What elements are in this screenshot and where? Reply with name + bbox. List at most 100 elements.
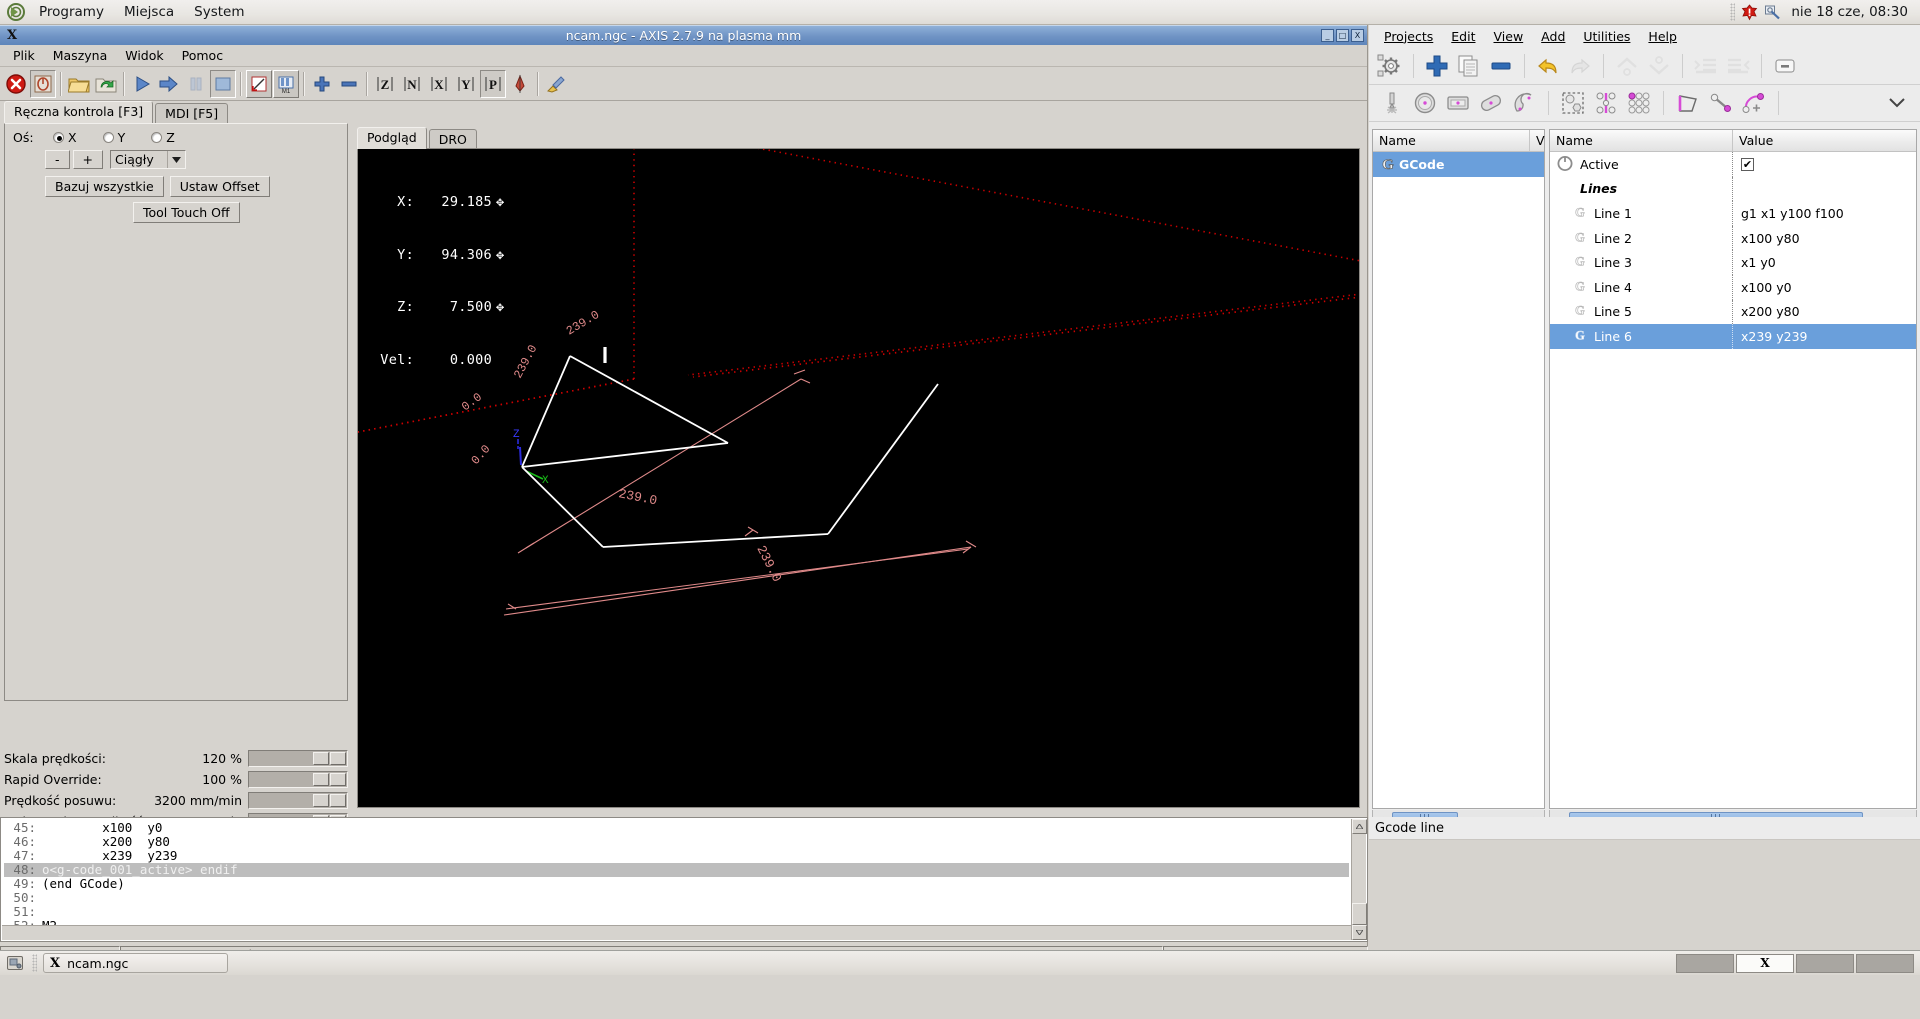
property-value[interactable]: g1 x1 y100 f100 — [1732, 201, 1916, 226]
gcode-horizontal-scrollbar[interactable] — [2, 925, 1351, 940]
move-down-icon[interactable] — [1644, 51, 1674, 81]
menu-system[interactable]: System — [184, 1, 254, 23]
collapse-icon[interactable] — [1770, 51, 1800, 81]
gcode-line[interactable]: 50: — [4, 891, 1349, 905]
properties-header-name[interactable]: Name — [1550, 130, 1732, 151]
pause-program-icon[interactable] — [183, 70, 209, 98]
property-value[interactable]: x100 y80 — [1732, 225, 1916, 251]
preferences-gears-icon[interactable] — [1375, 51, 1405, 81]
more-chevron-icon[interactable] — [1882, 88, 1912, 118]
workspace-4[interactable] — [1856, 953, 1914, 973]
view-z2-icon[interactable]: N — [399, 70, 425, 98]
property-value[interactable]: x200 y80 — [1732, 299, 1916, 325]
profile-icon[interactable] — [1673, 88, 1703, 118]
remove-icon[interactable] — [1486, 51, 1516, 81]
ncam-menu-view[interactable]: View — [1485, 27, 1533, 46]
jog-minus-button[interactable]: - — [45, 150, 70, 169]
optional-stop-icon[interactable]: M1 — [273, 69, 299, 98]
tab-mdi[interactable]: MDI [F5] — [155, 103, 229, 124]
nativecam-properties-view[interactable]: Name Value Active ✔ Lines G Line 1 g1 x1… — [1549, 129, 1917, 809]
view-x-icon[interactable]: X — [426, 70, 452, 98]
redo-icon[interactable] — [1565, 51, 1595, 81]
property-row-line-3[interactable]: G Line 3 x1 y0 — [1550, 250, 1916, 275]
clear-plot-icon[interactable] — [543, 70, 569, 98]
workspace-3[interactable] — [1796, 953, 1854, 973]
machine-power-icon[interactable] — [30, 69, 56, 98]
undo-icon[interactable] — [1533, 51, 1563, 81]
radio-axis-x[interactable]: X — [53, 130, 77, 145]
jog-plus-button[interactable]: + — [72, 150, 103, 169]
move-up-icon[interactable] — [1612, 51, 1642, 81]
tab-manual-control[interactable]: Ręczna kontrola [F3] — [4, 101, 154, 123]
rectangular-pocket-icon[interactable] — [1443, 88, 1473, 118]
drill-icon[interactable] — [1377, 88, 1407, 118]
nativecam-tree-view[interactable]: Name V G GCode — [1372, 129, 1545, 809]
radio-axis-z[interactable]: Z — [151, 130, 175, 145]
arc-slot-icon[interactable] — [1509, 88, 1539, 118]
tree-header-name[interactable]: Name — [1373, 130, 1529, 151]
menu-programy[interactable]: Programy — [29, 1, 114, 23]
indent-increase-icon[interactable] — [1691, 51, 1721, 81]
gcode-source-pane[interactable]: 45: x100 y0 46: x200 y80 47: x239 y239 4… — [0, 817, 1368, 942]
estop-toggle-icon[interactable] — [3, 70, 29, 98]
scroll-up-icon[interactable] — [1352, 819, 1367, 834]
property-row-line-2[interactable]: G Line 2 x100 y80 — [1550, 225, 1916, 251]
property-row-line-6[interactable]: G Line 6 x239 y239 — [1550, 324, 1916, 349]
stop-program-icon[interactable] — [210, 69, 236, 98]
ncam-menu-utilities[interactable]: Utilities — [1574, 27, 1639, 46]
step-program-icon[interactable] — [156, 70, 182, 98]
gcode-vertical-scrollbar[interactable] — [1351, 819, 1367, 940]
grid-array-icon[interactable] — [1624, 88, 1654, 118]
view-y-icon[interactable]: Y — [453, 70, 479, 98]
gcode-line[interactable]: 51: — [4, 905, 1349, 919]
tab-podglad[interactable]: Podgląd — [357, 127, 427, 149]
mirror-array-icon[interactable] — [1591, 88, 1621, 118]
zoom-in-icon[interactable] — [309, 70, 335, 98]
tree-item-gcode[interactable]: G GCode — [1373, 152, 1544, 177]
property-value[interactable]: x100 y0 — [1732, 274, 1916, 300]
duplicate-icon[interactable] — [1454, 51, 1484, 81]
gcode-line[interactable]: 47: x239 y239 — [4, 849, 1349, 863]
gnome-foot-icon[interactable] — [3, 1, 29, 23]
run-program-icon[interactable] — [129, 70, 155, 98]
slot-pocket-icon[interactable] — [1476, 88, 1506, 118]
circular-pocket-icon[interactable] — [1410, 88, 1440, 118]
scroll-down-icon[interactable] — [1352, 925, 1367, 940]
arc-segment-icon[interactable] — [1739, 88, 1769, 118]
axis-menu-widok[interactable]: Widok — [116, 46, 172, 65]
add-icon[interactable] — [1422, 51, 1452, 81]
screenshot-tool-icon[interactable] — [1764, 4, 1781, 21]
gcode-preview-canvas[interactable]: 239.0 239.0 0.0 0.0 239.0 239.0 Z X X: 2… — [357, 148, 1360, 808]
jog-mode-select[interactable]: Ciągły — [110, 150, 186, 169]
set-offset-button[interactable]: Ustaw Offset — [169, 176, 270, 197]
home-all-button[interactable]: Bazuj wszystkie — [45, 176, 164, 197]
indent-decrease-icon[interactable] — [1723, 51, 1753, 81]
alert-icon[interactable] — [1741, 3, 1758, 21]
property-value[interactable]: x1 y0 — [1732, 250, 1916, 275]
gcode-line[interactable]: 46: x200 y80 — [4, 835, 1349, 849]
open-file-icon[interactable] — [66, 70, 92, 98]
property-row-line-5[interactable]: G Line 5 x200 y80 — [1550, 299, 1916, 325]
line-segment-icon[interactable] — [1706, 88, 1736, 118]
gcode-line-active[interactable]: 48: o<g-code_001_active> endif — [4, 863, 1349, 877]
show-desktop-icon[interactable] — [4, 953, 26, 973]
tab-dro[interactable]: DRO — [428, 129, 477, 150]
tree-header-value[interactable]: V — [1530, 130, 1545, 151]
feed-scale-slider[interactable] — [248, 750, 348, 767]
workspace-2-active[interactable]: X — [1736, 953, 1794, 973]
ncam-menu-projects[interactable]: Projects — [1375, 27, 1442, 46]
maximize-button[interactable]: □ — [1336, 29, 1349, 42]
axis-titlebar[interactable]: X ncam.ngc - AXIS 2.7.9 na plasma mm _ □… — [0, 25, 1367, 45]
tool-touch-off-button[interactable]: Tool Touch Off — [133, 202, 240, 223]
gcode-line[interactable]: 45: x100 y0 — [4, 821, 1349, 835]
workspace-1[interactable] — [1676, 953, 1734, 973]
property-row-line-1[interactable]: G Line 1 g1 x1 y100 f100 — [1550, 201, 1916, 226]
pocket-group-icon[interactable] — [1558, 88, 1588, 118]
gcode-scroll-thumb[interactable] — [1352, 903, 1367, 925]
reload-file-icon[interactable] — [93, 70, 119, 98]
axis-menu-pomoc[interactable]: Pomoc — [173, 46, 232, 65]
rapid-override-slider[interactable] — [248, 771, 348, 788]
toggle-dro-icon[interactable] — [507, 70, 533, 98]
toggle-skip-lines-icon[interactable] — [246, 69, 272, 98]
gcode-line[interactable]: 49: (end GCode) — [4, 877, 1349, 891]
